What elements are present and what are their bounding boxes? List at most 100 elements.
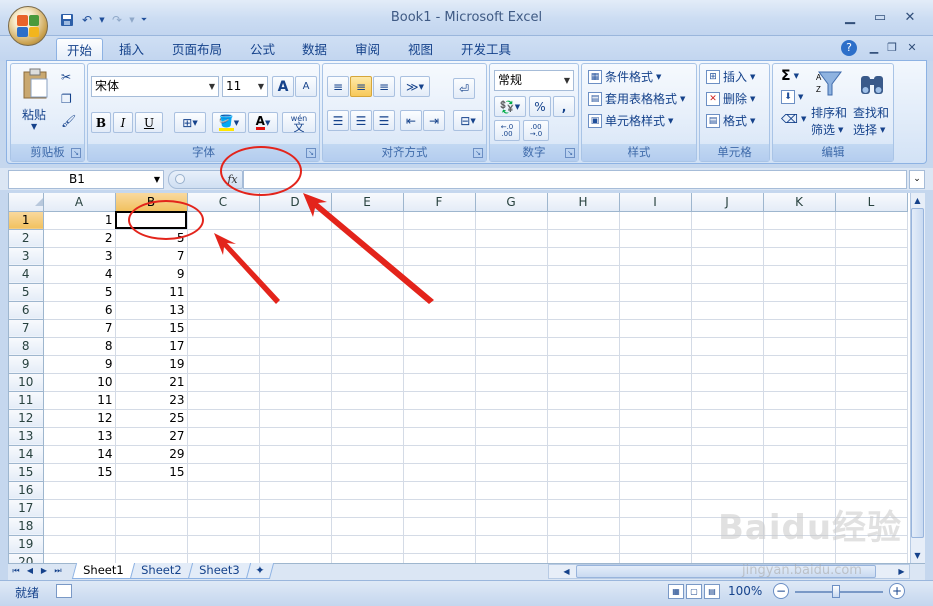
cell-d4[interactable] [259, 265, 332, 284]
cell-l1[interactable] [835, 211, 908, 230]
column-header-a[interactable]: A [43, 193, 116, 212]
cell-c16[interactable] [187, 481, 260, 500]
phonetic-button[interactable]: wén 文 [282, 112, 316, 133]
cell-a19[interactable] [43, 535, 116, 554]
cell-g11[interactable] [475, 391, 548, 410]
tab-insert[interactable]: 插入 [109, 38, 154, 61]
zoom-slider-knob[interactable] [832, 585, 840, 598]
cell-e1[interactable] [331, 211, 404, 230]
cell-l12[interactable] [835, 409, 908, 428]
cell-h13[interactable] [547, 427, 620, 446]
row-header[interactable]: 4 [9, 265, 44, 284]
row-header[interactable]: 15 [9, 463, 44, 482]
cell-c6[interactable] [187, 301, 260, 320]
cell-h5[interactable] [547, 283, 620, 302]
cell-g20[interactable] [475, 553, 548, 563]
row-header[interactable]: 18 [9, 517, 44, 536]
delete-cells-button[interactable]: ✕ 删除 ▼ [706, 90, 755, 107]
cell-c3[interactable] [187, 247, 260, 266]
cell-styles-button[interactable]: ▣ 单元格样式 ▼ [588, 112, 673, 129]
cell-i5[interactable] [619, 283, 692, 302]
cell-a8[interactable]: 8 [43, 337, 116, 356]
row-header[interactable]: 5 [9, 283, 44, 302]
column-header-d[interactable]: D [259, 193, 332, 212]
column-header-f[interactable]: F [403, 193, 476, 212]
cell-k13[interactable] [763, 427, 836, 446]
autosum-button[interactable]: Σ ▼ [781, 68, 799, 84]
row-header[interactable]: 1 [9, 211, 44, 230]
cell-h4[interactable] [547, 265, 620, 284]
cell-j14[interactable] [691, 445, 764, 464]
align-center-icon[interactable]: ☰ [350, 110, 372, 131]
cell-e19[interactable] [331, 535, 404, 554]
tab-view[interactable]: 视图 [398, 38, 443, 61]
cell-i2[interactable] [619, 229, 692, 248]
clear-button[interactable]: ⌫ ▼ [781, 112, 806, 126]
number-launcher-icon[interactable]: ↘ [565, 148, 575, 158]
cell-c5[interactable] [187, 283, 260, 302]
cell-g4[interactable] [475, 265, 548, 284]
cell-h3[interactable] [547, 247, 620, 266]
row-header[interactable]: 9 [9, 355, 44, 374]
cell-c18[interactable] [187, 517, 260, 536]
column-header-l[interactable]: L [835, 193, 908, 212]
cell-d8[interactable] [259, 337, 332, 356]
cell-b14[interactable]: 29 [115, 445, 188, 464]
sheet-tab-1[interactable]: Sheet1 [71, 563, 135, 579]
cell-b3[interactable]: 7 [115, 247, 188, 266]
fill-button[interactable]: ⬇ ▼ [781, 90, 803, 104]
wb-close-button[interactable]: ✕ [900, 38, 924, 56]
comma-button[interactable]: , [553, 96, 575, 117]
cell-j2[interactable] [691, 229, 764, 248]
align-top-icon[interactable]: ≡ [327, 76, 349, 97]
merge-center-icon[interactable]: ⊟ ▼ [453, 110, 483, 131]
cell-j12[interactable] [691, 409, 764, 428]
tab-review[interactable]: 审阅 [345, 38, 390, 61]
cell-g6[interactable] [475, 301, 548, 320]
cell-e15[interactable] [331, 463, 404, 482]
cell-l14[interactable] [835, 445, 908, 464]
last-sheet-icon[interactable]: ⏭ [52, 565, 64, 577]
cell-e17[interactable] [331, 499, 404, 518]
cell-j5[interactable] [691, 283, 764, 302]
page-layout-view-icon[interactable]: ▢ [686, 584, 702, 599]
cell-j4[interactable] [691, 265, 764, 284]
cell-b11[interactable]: 23 [115, 391, 188, 410]
scroll-right-icon[interactable]: ▶ [895, 565, 908, 578]
cell-g12[interactable] [475, 409, 548, 428]
cell-k9[interactable] [763, 355, 836, 374]
chevron-down-icon[interactable]: ▼ [154, 171, 160, 188]
cell-a14[interactable]: 14 [43, 445, 116, 464]
name-box[interactable]: B1 ▼ [8, 170, 164, 189]
font-name-select[interactable]: 宋体 ▼ [91, 76, 219, 97]
cell-h16[interactable] [547, 481, 620, 500]
grow-font-button[interactable]: A [272, 76, 294, 97]
row-header[interactable]: 11 [9, 391, 44, 410]
cell-i8[interactable] [619, 337, 692, 356]
orientation-icon[interactable]: ≫ ▼ [400, 76, 430, 97]
cell-b17[interactable] [115, 499, 188, 518]
cell-j10[interactable] [691, 373, 764, 392]
cell-l9[interactable] [835, 355, 908, 374]
increase-indent-icon[interactable]: ⇥ [423, 110, 445, 131]
column-header-k[interactable]: K [763, 193, 836, 212]
increase-decimal-button[interactable]: ←.0 .00 [494, 120, 520, 141]
cell-a15[interactable]: 15 [43, 463, 116, 482]
align-bottom-icon[interactable]: ≡ [373, 76, 395, 97]
cell-b19[interactable] [115, 535, 188, 554]
cell-k2[interactable] [763, 229, 836, 248]
fill-color-button[interactable]: 🪣 ▼ [212, 112, 246, 133]
sheet-tab-2[interactable]: Sheet2 [129, 563, 193, 579]
cell-i15[interactable] [619, 463, 692, 482]
cell-e18[interactable] [331, 517, 404, 536]
scroll-up-icon[interactable]: ▲ [911, 194, 924, 207]
cell-e3[interactable] [331, 247, 404, 266]
cell-c8[interactable] [187, 337, 260, 356]
tab-home[interactable]: 开始 [56, 38, 104, 61]
scroll-left-icon[interactable]: ◀ [560, 565, 573, 578]
cell-c4[interactable] [187, 265, 260, 284]
cell-k5[interactable] [763, 283, 836, 302]
cell-g3[interactable] [475, 247, 548, 266]
cell-a6[interactable]: 6 [43, 301, 116, 320]
cell-h10[interactable] [547, 373, 620, 392]
